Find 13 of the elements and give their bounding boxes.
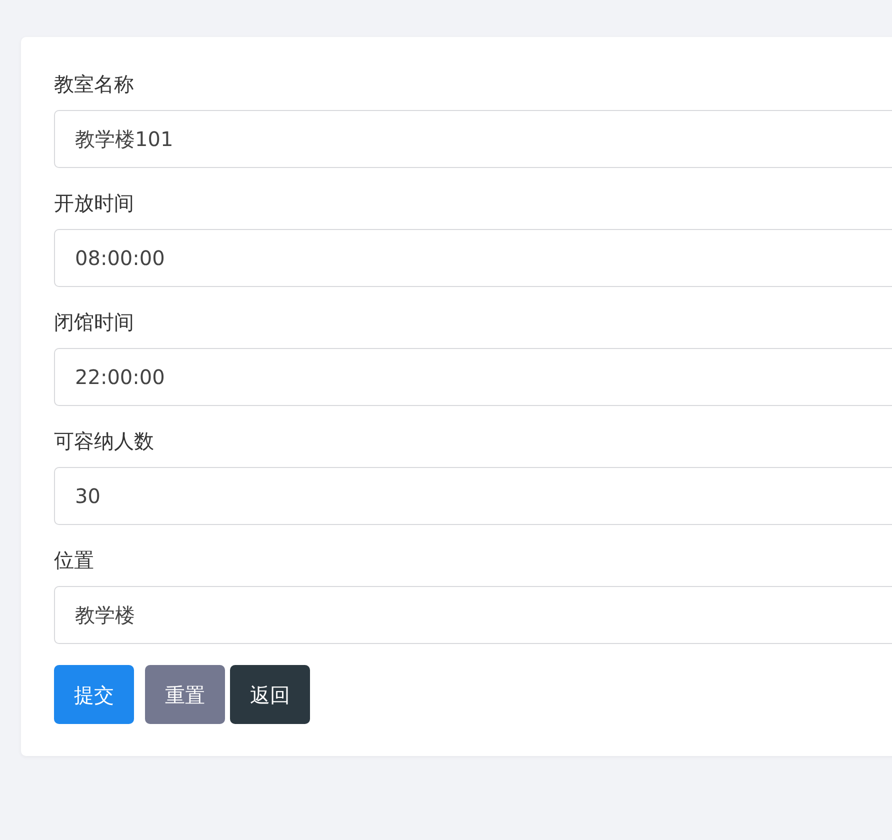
field-label: 开放时间 — [54, 190, 134, 217]
input-field[interactable]: 22:00:00 — [54, 348, 892, 406]
input-field[interactable]: 30 — [54, 467, 892, 525]
input-field[interactable]: 08:00:00 — [54, 229, 892, 287]
form-button[interactable]: 提交 — [54, 665, 134, 724]
field-label: 闭馆时间 — [54, 309, 134, 336]
field-label: 位置 — [54, 547, 94, 574]
input-field[interactable]: 教学楼 — [54, 586, 892, 644]
form-button[interactable]: 重置 — [145, 665, 225, 724]
field-label: 可容纳人数 — [54, 428, 154, 455]
field-label: 教室名称 — [54, 71, 134, 98]
input-field[interactable]: 教学楼101 — [54, 110, 892, 168]
form-button[interactable]: 返回 — [230, 665, 310, 724]
